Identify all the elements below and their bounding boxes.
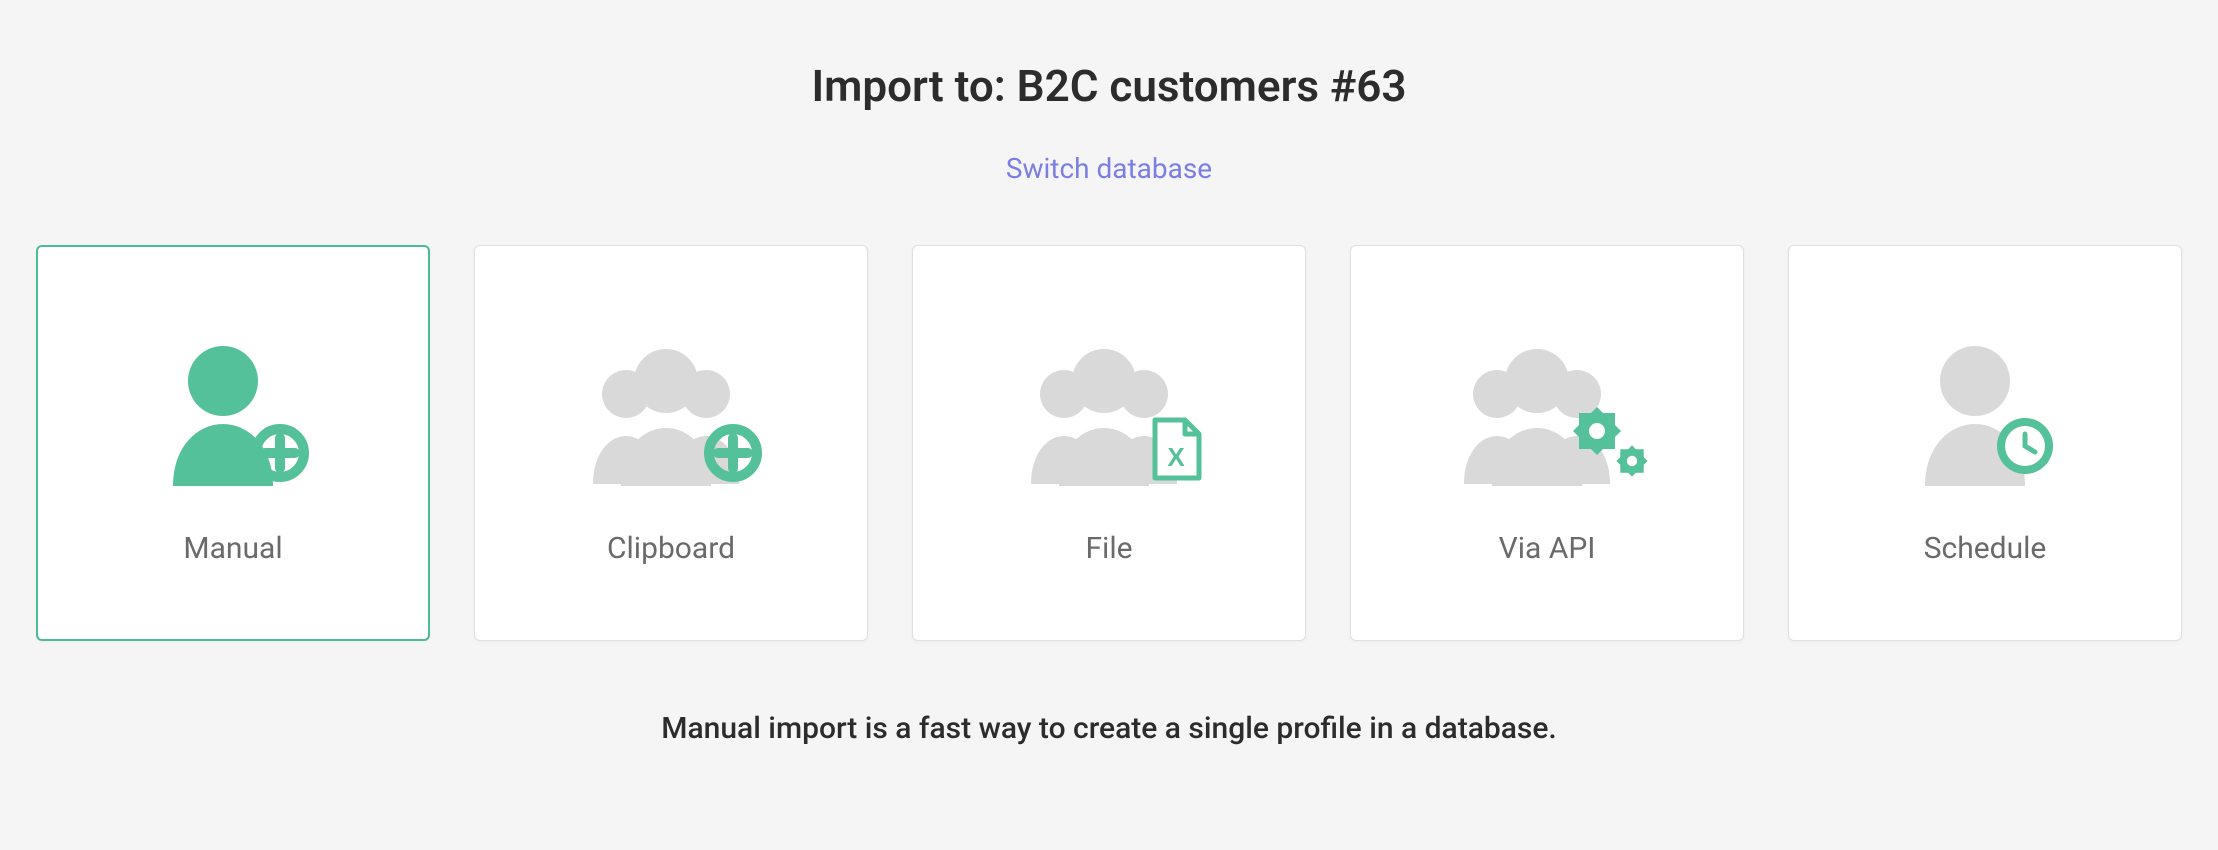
tile-file[interactable]: X File <box>912 245 1306 641</box>
import-container: Import to: B2C customers #63 Switch data… <box>0 0 2218 806</box>
page-title: Import to: B2C customers #63 <box>30 60 2188 112</box>
tile-manual[interactable]: Manual <box>36 245 430 641</box>
tile-clipboard[interactable]: Clipboard <box>474 245 868 641</box>
method-description: Manual import is a fast way to create a … <box>30 711 2188 746</box>
import-method-tiles: Manual <box>30 245 2188 641</box>
person-plus-icon <box>148 321 318 501</box>
switch-database-link[interactable]: Switch database <box>1006 152 1212 185</box>
tile-label: File <box>1085 531 1132 566</box>
tile-api[interactable]: Via API <box>1350 245 1744 641</box>
people-gear-icon <box>1442 321 1652 501</box>
tile-label: Manual <box>183 531 282 566</box>
svg-text:X: X <box>1167 442 1185 472</box>
tile-schedule[interactable]: Schedule <box>1788 245 2182 641</box>
tile-label: Schedule <box>1924 531 2047 566</box>
person-clock-icon <box>1895 321 2075 501</box>
tile-label: Via API <box>1499 531 1596 566</box>
tile-label: Clipboard <box>607 531 735 566</box>
people-plus-icon <box>571 321 771 501</box>
people-file-icon: X <box>1009 321 1209 501</box>
